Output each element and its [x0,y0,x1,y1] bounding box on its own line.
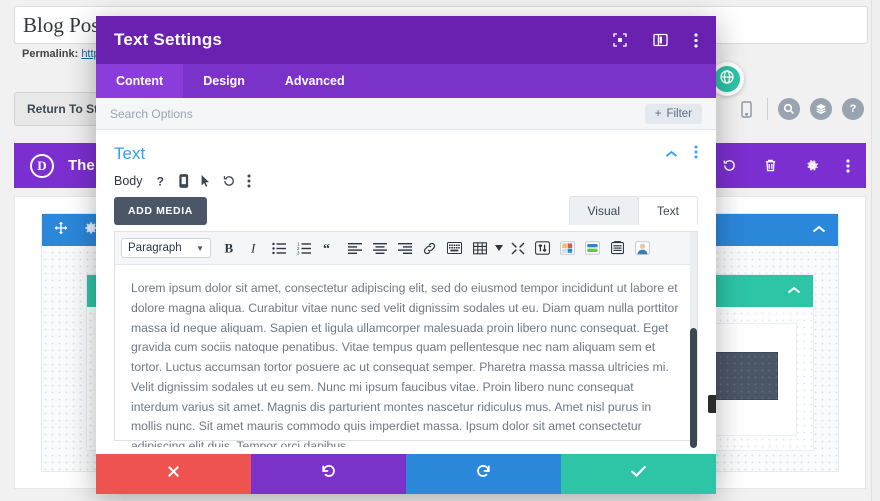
permalink-label: Permalink: [22,48,79,60]
text-settings-modal: Text Settings Content Design Advanced Se… [96,16,716,494]
paragraph-format-select[interactable]: Paragraph ▼ [121,238,211,258]
tab-text[interactable]: Text [637,196,698,225]
globe-icon [719,69,735,90]
buttons-icon[interactable] [580,237,605,259]
wysiwyg-editor: Paragraph ▼ B I 1 2 3 “ Lorem ipsum dolo… [114,231,698,448]
align-center-icon[interactable] [367,237,392,259]
cancel-button[interactable] [96,454,251,494]
bold-icon[interactable]: B [217,237,242,259]
editor-scrollbar-thumb[interactable] [690,328,697,448]
section-title: Text [114,144,146,163]
modal-tabs: Content Design Advanced [96,64,716,98]
svg-text:I: I [250,241,256,255]
more-vertical-icon[interactable] [694,32,698,48]
list-block-icon[interactable] [605,237,630,259]
permalink: Permalink: http [22,48,100,60]
search-options-row: + Filter [96,98,716,130]
reset-icon[interactable] [222,174,236,188]
read-more-icon[interactable] [442,237,467,259]
help-icon[interactable]: ? [154,174,167,188]
svg-text:3: 3 [297,250,300,254]
align-left-icon[interactable] [342,237,367,259]
help-icon[interactable]: ? [842,98,864,120]
table-dropdown-icon[interactable] [492,237,505,259]
svg-text:“: “ [323,242,330,255]
body-field-label-row: Body ? [96,170,716,188]
modal-header: Text Settings [96,16,716,64]
modal-footer [96,454,716,494]
blockquote-icon[interactable]: “ [317,237,342,259]
toolbar-divider [767,98,768,120]
add-media-row: ADD MEDIA Visual Text [96,188,716,225]
italic-icon[interactable]: I [242,237,267,259]
tab-advanced[interactable]: Advanced [265,64,365,98]
bulleted-list-icon[interactable] [267,237,292,259]
undo-button[interactable] [251,454,406,494]
body-field-label: Body [114,174,143,188]
trash-icon[interactable] [763,158,778,173]
history-icon[interactable] [722,158,737,173]
author-bio-icon[interactable] [630,237,655,259]
redo-icon [475,463,492,485]
mobile-icon[interactable] [735,98,757,120]
chevron-up-icon[interactable] [787,282,801,300]
chevron-up-icon[interactable] [812,221,826,239]
paragraph-format-value: Paragraph [128,242,182,254]
post-title-value: Blog Post [23,12,106,37]
chevron-down-icon: ▼ [196,243,204,253]
add-media-label: ADD MEDIA [128,205,193,217]
editor-toolbar: Paragraph ▼ B I 1 2 3 “ [115,232,697,265]
split-view-icon[interactable] [653,33,668,47]
divi-toolbar-right: ? [735,92,864,126]
divi-logo: D [30,153,54,178]
divi-module-title: The [68,157,95,174]
link-icon[interactable] [417,237,442,259]
tab-design[interactable]: Design [183,64,265,98]
plus-icon: + [654,107,662,120]
filter-label: Filter [666,107,692,120]
numbered-list-icon[interactable]: 1 2 3 [292,237,317,259]
text-section-header: Text [96,130,716,170]
cursor-icon[interactable] [200,174,211,188]
layers-icon[interactable] [810,98,832,120]
more-vertical-icon[interactable] [247,174,251,188]
move-icon[interactable] [54,221,68,240]
save-button[interactable] [561,454,716,494]
undo-icon [320,463,337,485]
filter-button[interactable]: + Filter [644,103,702,124]
search-options-input[interactable] [110,106,645,121]
toolbar-toggle-icon[interactable] [530,237,555,259]
redo-button[interactable] [406,454,561,494]
tab-visual[interactable]: Visual [568,196,639,225]
editor-text-content[interactable]: Lorem ipsum dolor sit amet, consectetur … [115,265,697,447]
page-scrollbar[interactable] [871,0,880,501]
tooltip-add-author-bio: Add Author Bio [708,395,716,413]
svg-text:B: B [225,241,234,255]
svg-text:?: ? [156,174,163,188]
editor-scrollbar[interactable] [690,232,697,448]
more-vertical-icon[interactable] [694,145,698,164]
more-vertical-icon[interactable] [846,158,850,174]
gear-icon[interactable] [804,158,820,174]
fullscreen-icon[interactable] [505,237,530,259]
tab-content[interactable]: Content [96,64,184,98]
expand-icon[interactable] [613,33,627,47]
mobile-icon[interactable] [178,174,189,188]
modal-body: Text Body ? ADD MEDIA Visual Text Paragr… [96,130,716,454]
check-icon [630,464,647,484]
add-media-button[interactable]: ADD MEDIA [114,197,207,225]
chevron-up-icon[interactable] [665,145,678,163]
modal-title: Text Settings [114,30,223,49]
zoom-icon[interactable] [778,98,800,120]
close-icon [166,464,181,484]
shortcodes-icon[interactable] [555,237,580,259]
table-icon[interactable] [467,237,492,259]
align-right-icon[interactable] [392,237,417,259]
